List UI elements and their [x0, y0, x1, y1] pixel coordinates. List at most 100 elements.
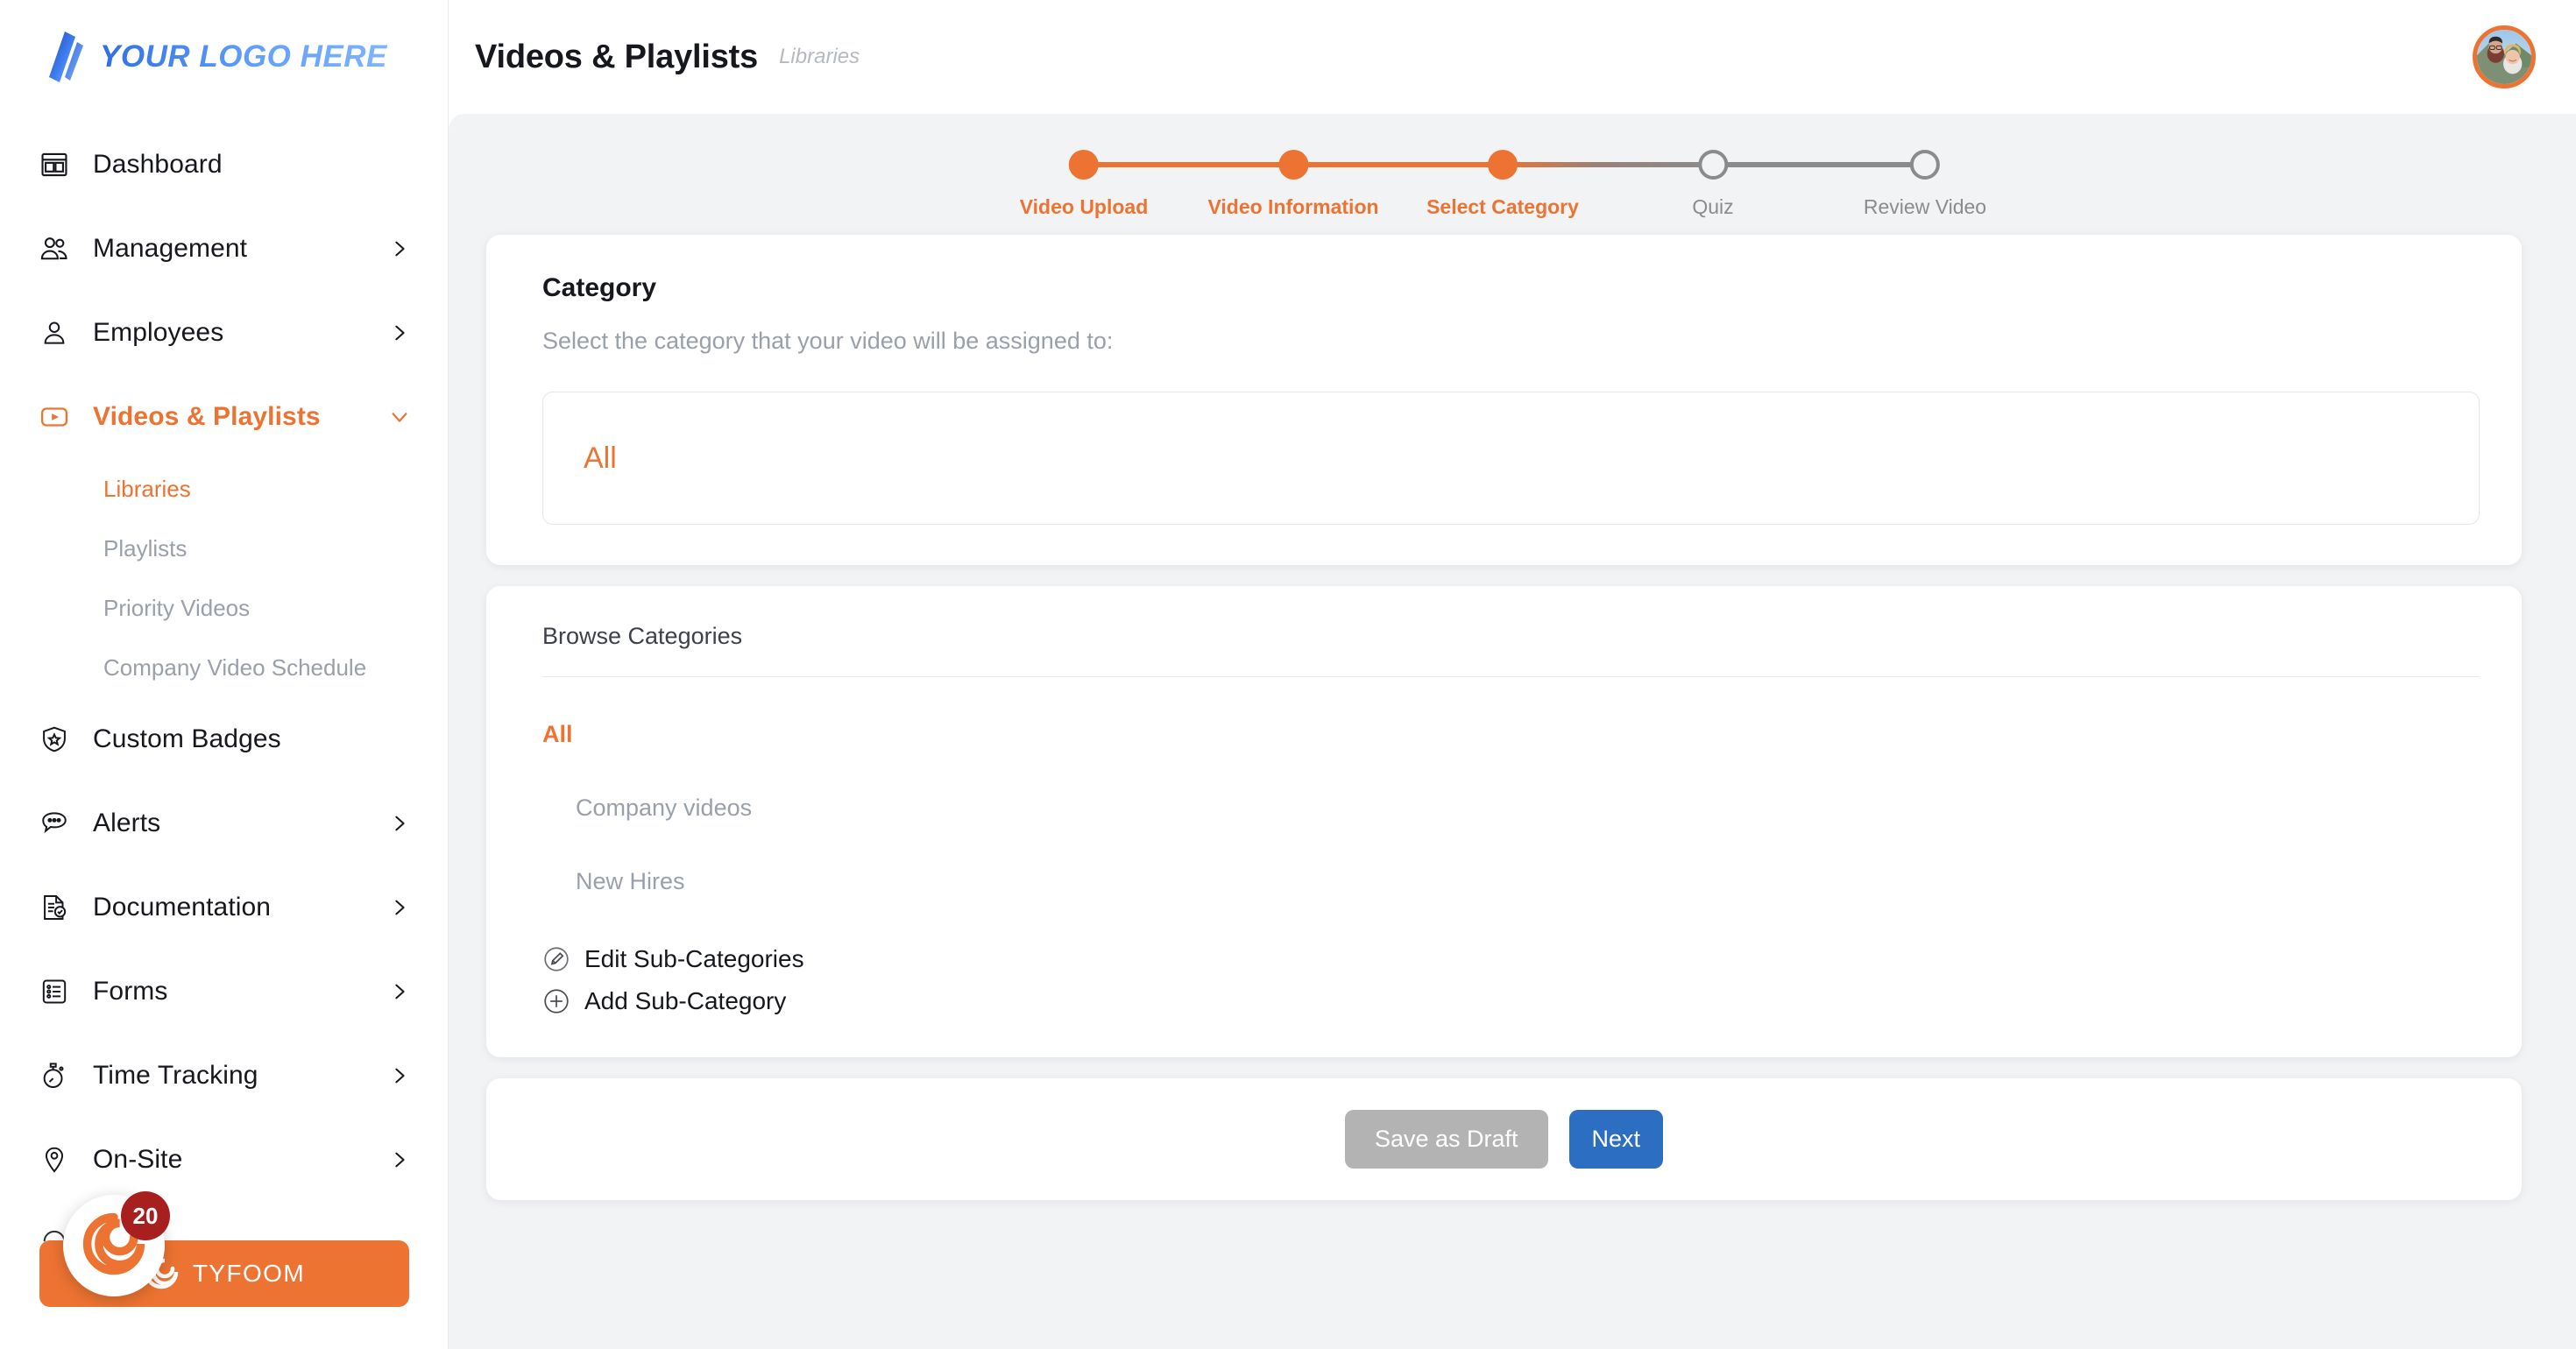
- tyfoom-notification-badge[interactable]: 20: [63, 1191, 170, 1296]
- video-play-icon: [35, 398, 74, 436]
- sidebar-item-management[interactable]: Management: [0, 207, 448, 291]
- sub-item-label: Company Video Schedule: [103, 653, 367, 681]
- page-title: Videos & Playlists: [475, 38, 759, 75]
- sub-item-label: Libraries: [103, 475, 191, 502]
- selected-category-value: All: [584, 441, 617, 475]
- edit-sub-categories-button[interactable]: Edit Sub-Categories: [542, 938, 2480, 980]
- sidebar-item-label: Management: [93, 234, 248, 263]
- main-area: Videos & Playlists Libraries Video Uploa…: [449, 0, 2576, 1349]
- content-panel: Video Upload Video Information Select Ca…: [449, 114, 2576, 1349]
- sidebar: YOUR LOGO HERE Dashboard Management Empl…: [0, 0, 449, 1349]
- top-header: Videos & Playlists Libraries: [449, 0, 2576, 114]
- sidebar-item-employees[interactable]: Employees: [0, 291, 448, 375]
- step-label: Video Upload: [1019, 195, 1149, 218]
- sidebar-item-priority-videos[interactable]: Priority Videos: [0, 578, 448, 638]
- sidebar-item-time-tracking[interactable]: Time Tracking: [0, 1034, 448, 1118]
- sidebar-item-forms[interactable]: Forms: [0, 950, 448, 1034]
- category-node-label: New Hires: [576, 867, 685, 894]
- category-card: Category Select the category that your v…: [486, 235, 2522, 565]
- browse-categories-card: Browse Categories All Company videos New…: [486, 586, 2522, 1057]
- step-dot-icon: [1068, 150, 1099, 180]
- step-dot-icon: [1278, 150, 1308, 180]
- step-quiz[interactable]: Quiz: [1692, 121, 1734, 219]
- add-sub-category-button[interactable]: Add Sub-Category: [542, 980, 2480, 1022]
- user-avatar-photo: [2477, 30, 2531, 84]
- app-root: YOUR LOGO HERE Dashboard Management Empl…: [0, 0, 2576, 1349]
- brand-logo[interactable]: YOUR LOGO HERE: [0, 0, 448, 114]
- sidebar-nav: Dashboard Management Employees Videos & …: [0, 114, 448, 1286]
- document-check-icon: [35, 888, 74, 927]
- browse-categories-title: Browse Categories: [542, 623, 743, 649]
- sidebar-item-on-site[interactable]: On-Site: [0, 1118, 448, 1202]
- step-label: Select Category: [1426, 195, 1579, 218]
- category-card-subtitle: Select the category that your video will…: [542, 328, 1114, 354]
- sidebar-item-label: Forms: [93, 977, 168, 1006]
- notification-count-badge: 20: [121, 1191, 170, 1240]
- wizard-stepper: Video Upload Video Information Select Ca…: [449, 121, 2576, 235]
- badge-shield-star-icon: [35, 720, 74, 759]
- chevron-right-icon: [390, 982, 409, 1001]
- chevron-down-icon: [390, 407, 409, 427]
- form-list-icon: [35, 972, 74, 1011]
- user-icon: [35, 314, 74, 352]
- stopwatch-icon: [35, 1056, 74, 1095]
- sidebar-item-label: Employees: [93, 318, 224, 347]
- sidebar-item-label: Time Tracking: [93, 1061, 258, 1090]
- category-node-new-hires[interactable]: New Hires: [542, 858, 2480, 905]
- category-tree: All Company videos New Hires: [542, 677, 2480, 905]
- chevron-right-icon: [390, 1150, 409, 1169]
- sidebar-item-label: On-Site: [93, 1145, 183, 1174]
- sidebar-item-documentation[interactable]: Documentation: [0, 865, 448, 950]
- chevron-right-icon: [390, 1066, 409, 1085]
- category-actions: Edit Sub-Categories Add Sub-Category: [542, 938, 2480, 1022]
- sidebar-item-libraries[interactable]: Libraries: [0, 459, 448, 519]
- sub-item-label: Priority Videos: [103, 594, 251, 621]
- tyfoom-label: TYFOOM: [192, 1260, 306, 1287]
- plus-circle-icon: [542, 987, 570, 1015]
- chevron-right-icon: [390, 239, 409, 258]
- step-dot-icon: [1910, 150, 1940, 180]
- next-button[interactable]: Next: [1568, 1110, 1664, 1169]
- step-review-video[interactable]: Review Video: [1864, 121, 1986, 219]
- users-group-icon: [35, 230, 74, 268]
- step-label: Review Video: [1863, 195, 1987, 218]
- sidebar-item-label: Videos & Playlists: [93, 402, 321, 431]
- category-node-label: All: [542, 720, 573, 747]
- sidebar-item-label: Dashboard: [93, 150, 223, 179]
- step-dot-icon: [1697, 150, 1728, 180]
- breadcrumb: Libraries: [779, 45, 860, 68]
- avatar[interactable]: [2473, 25, 2536, 88]
- category-card-title: Category: [542, 273, 657, 302]
- chat-bubble-dots-icon: [35, 804, 74, 843]
- sub-item-label: Playlists: [103, 534, 188, 561]
- chevron-right-icon: [390, 814, 409, 833]
- step-video-upload[interactable]: Video Upload: [1019, 121, 1149, 219]
- map-pin-icon: [35, 1141, 74, 1179]
- dashboard-icon: [35, 145, 74, 184]
- chevron-right-icon: [390, 323, 409, 343]
- chevron-right-icon: [390, 898, 409, 917]
- step-dot-icon: [1487, 150, 1518, 180]
- videos-subnav: Libraries Playlists Priority Videos Comp…: [0, 459, 448, 697]
- sidebar-item-videos-playlists[interactable]: Videos & Playlists: [0, 375, 448, 459]
- sidebar-item-alerts[interactable]: Alerts: [0, 781, 448, 865]
- sidebar-item-custom-badges[interactable]: Custom Badges: [0, 697, 448, 781]
- category-node-company-videos[interactable]: Company videos: [542, 784, 2480, 831]
- step-label: Quiz: [1692, 195, 1734, 218]
- edit-sub-categories-label: Edit Sub-Categories: [584, 945, 804, 972]
- sidebar-item-company-video-schedule[interactable]: Company Video Schedule: [0, 638, 448, 697]
- sidebar-item-dashboard[interactable]: Dashboard: [0, 123, 448, 207]
- sidebar-item-playlists[interactable]: Playlists: [0, 519, 448, 578]
- pencil-circle-icon: [542, 945, 570, 973]
- sidebar-item-label: Alerts: [93, 809, 161, 837]
- selected-category-box[interactable]: All: [542, 392, 2480, 525]
- step-select-category[interactable]: Select Category: [1426, 121, 1579, 219]
- category-node-all[interactable]: All: [542, 710, 2480, 758]
- logo-mark-icon: [46, 30, 86, 84]
- sidebar-item-label: Custom Badges: [93, 724, 281, 753]
- logo-text: YOUR LOGO HERE: [100, 39, 387, 74]
- sidebar-item-label: Documentation: [93, 893, 272, 922]
- step-video-information[interactable]: Video Information: [1207, 121, 1379, 219]
- save-as-draft-button[interactable]: Save as Draft: [1344, 1110, 1548, 1169]
- step-label: Video Information: [1207, 195, 1379, 218]
